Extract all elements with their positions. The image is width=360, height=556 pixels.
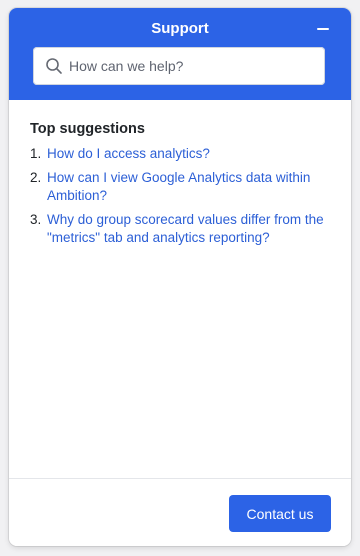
suggestion-link[interactable]: How do I access analytics? [47, 146, 210, 161]
list-item: 1. How do I access analytics? [30, 145, 335, 163]
search-box[interactable] [33, 47, 325, 85]
support-header: Support [9, 8, 351, 100]
widget-footer: Contact us [9, 478, 351, 546]
list-item-number: 3. [30, 212, 42, 227]
minus-icon [317, 28, 329, 30]
list-item: 3. Why do group scorecard values differ … [30, 211, 335, 247]
suggestions-title: Top suggestions [30, 121, 145, 137]
search-input[interactable] [69, 47, 315, 85]
minimize-button[interactable] [311, 18, 335, 40]
list-item-number: 2. [30, 170, 42, 185]
support-widget: Support Top suggestions 1. How do I acce… [9, 8, 351, 546]
suggestions-section: Top suggestions 1. How do I access analy… [30, 120, 335, 253]
search-icon [46, 58, 62, 74]
suggestion-link[interactable]: How can I view Google Analytics data wit… [47, 170, 310, 203]
suggestion-link[interactable]: Why do group scorecard values differ fro… [47, 212, 324, 245]
suggestions-list: 1. How do I access analytics? 2. How can… [30, 145, 335, 247]
list-item: 2. How can I view Google Analytics data … [30, 169, 335, 205]
contact-us-button[interactable]: Contact us [229, 495, 331, 532]
header-title: Support [151, 20, 209, 37]
list-item-number: 1. [30, 146, 42, 161]
